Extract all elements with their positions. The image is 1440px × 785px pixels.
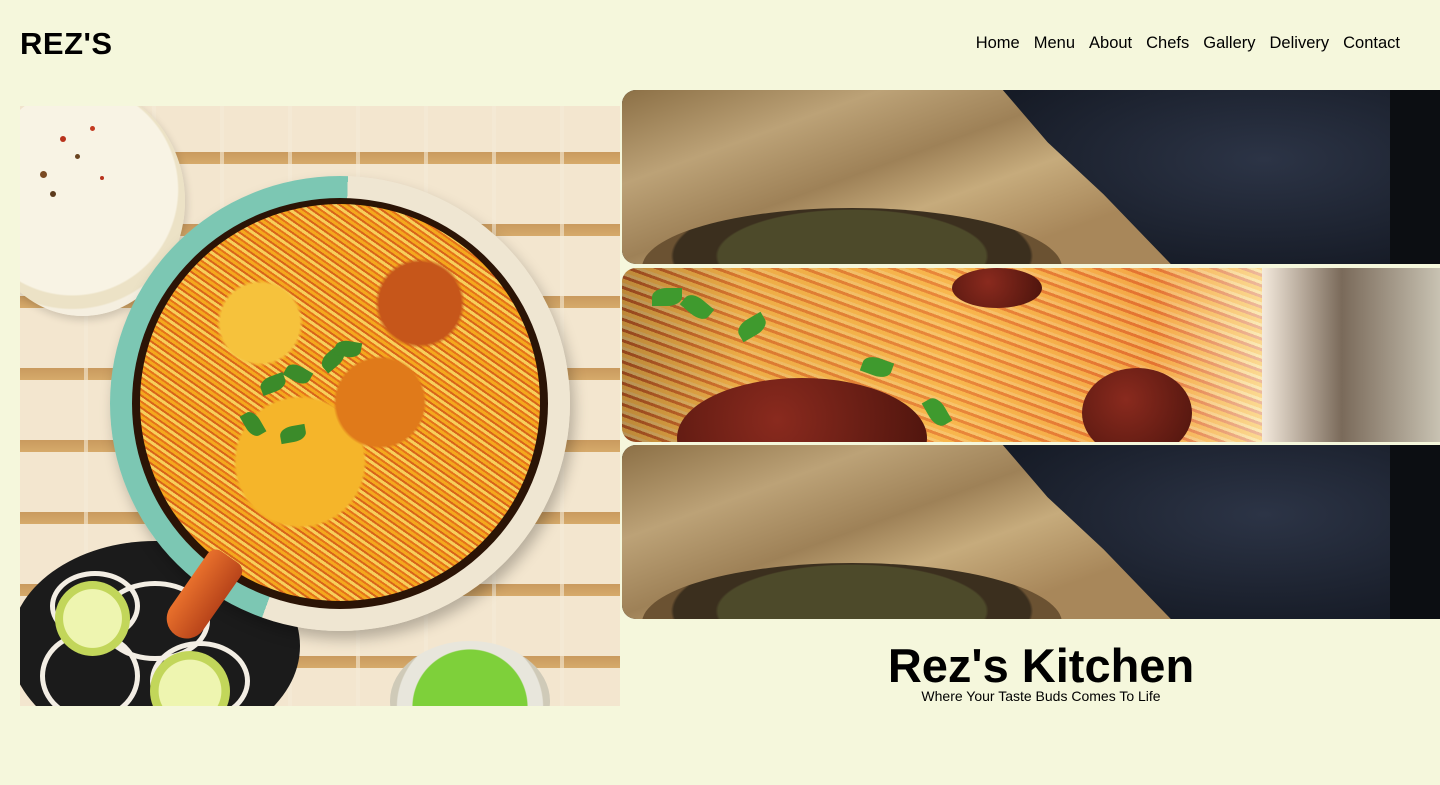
banner-image-2 <box>622 268 1440 442</box>
nav-chefs[interactable]: Chefs <box>1146 33 1189 53</box>
site-logo[interactable]: REZ'S <box>20 26 113 62</box>
nav-contact[interactable]: Contact <box>1343 33 1400 53</box>
nav-gallery[interactable]: Gallery <box>1203 33 1255 53</box>
page-tagline: Where Your Taste Buds Comes To Life <box>921 688 1161 704</box>
biryani-bowl <box>110 176 570 631</box>
nav-delivery[interactable]: Delivery <box>1270 33 1330 53</box>
main-nav: Home Menu About Chefs Gallery Delivery C… <box>976 33 1400 53</box>
hero-biryani-image <box>20 106 620 706</box>
page-title: Rez's Kitchen <box>887 639 1195 692</box>
nav-about[interactable]: About <box>1089 33 1132 53</box>
nav-menu[interactable]: Menu <box>1034 33 1075 53</box>
banner-image-3 <box>622 445 1440 619</box>
banner-image-1 <box>622 90 1440 264</box>
nav-home[interactable]: Home <box>976 33 1020 53</box>
